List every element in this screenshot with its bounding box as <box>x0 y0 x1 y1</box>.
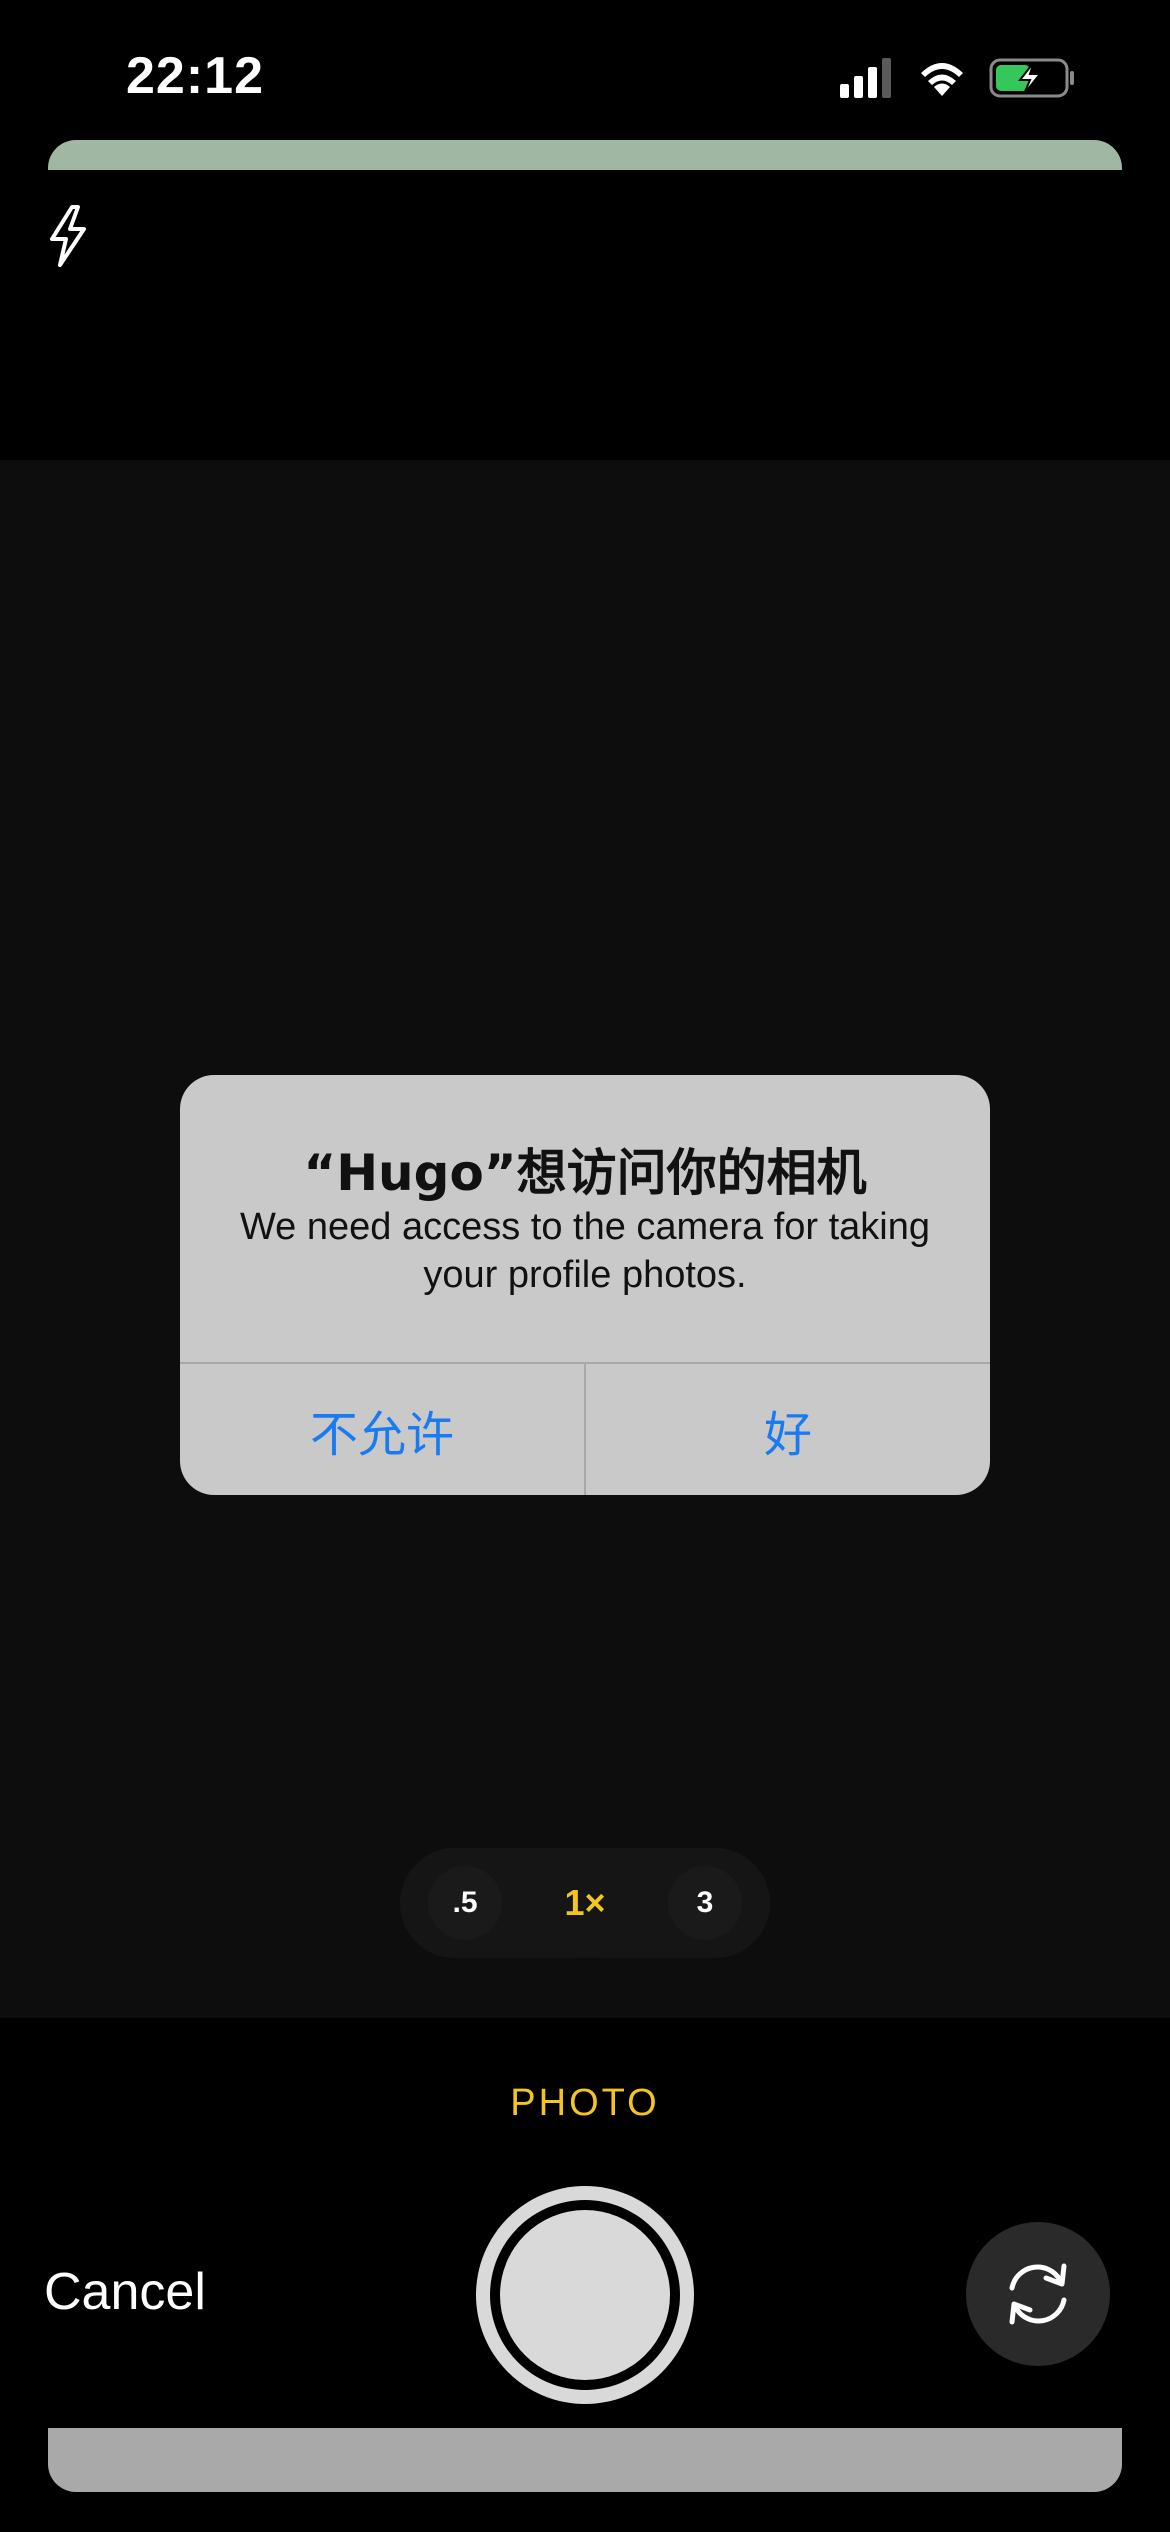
alert-message: We need access to the camera for taking … <box>240 1206 930 1296</box>
shutter-inner[interactable] <box>500 2210 670 2380</box>
flash-icon[interactable] <box>46 205 90 267</box>
mode-photo[interactable]: PHOTO <box>0 2082 1170 2125</box>
sheet-bottom-edge <box>48 2428 1122 2492</box>
alert-title: “Hugo”想访问你的相机 <box>303 1144 867 1202</box>
wifi-icon <box>921 63 963 96</box>
status-bar: 22:12 <box>0 0 1170 140</box>
zoom-option-3[interactable]: 3 <box>668 1866 742 1940</box>
status-time: 22:12 <box>126 47 264 105</box>
camera-flip-icon <box>1009 2263 1067 2325</box>
cellular-signal-icon <box>840 58 891 98</box>
zoom-option-1x[interactable]: 1× <box>530 1848 640 1958</box>
camera-permission-alert: “Hugo”想访问你的相机 We need access to the came… <box>180 1075 990 1495</box>
allow-button[interactable]: 好 <box>586 1364 990 1495</box>
camera-top-bar <box>0 170 1170 460</box>
deny-button[interactable]: 不允许 <box>180 1364 584 1495</box>
status-icons <box>840 56 1090 100</box>
zoom-option-0.5[interactable]: .5 <box>428 1866 502 1940</box>
battery-charging-icon <box>989 58 1074 98</box>
camera-flip-button[interactable] <box>966 2222 1110 2366</box>
cancel-button[interactable]: Cancel <box>44 2262 206 2322</box>
